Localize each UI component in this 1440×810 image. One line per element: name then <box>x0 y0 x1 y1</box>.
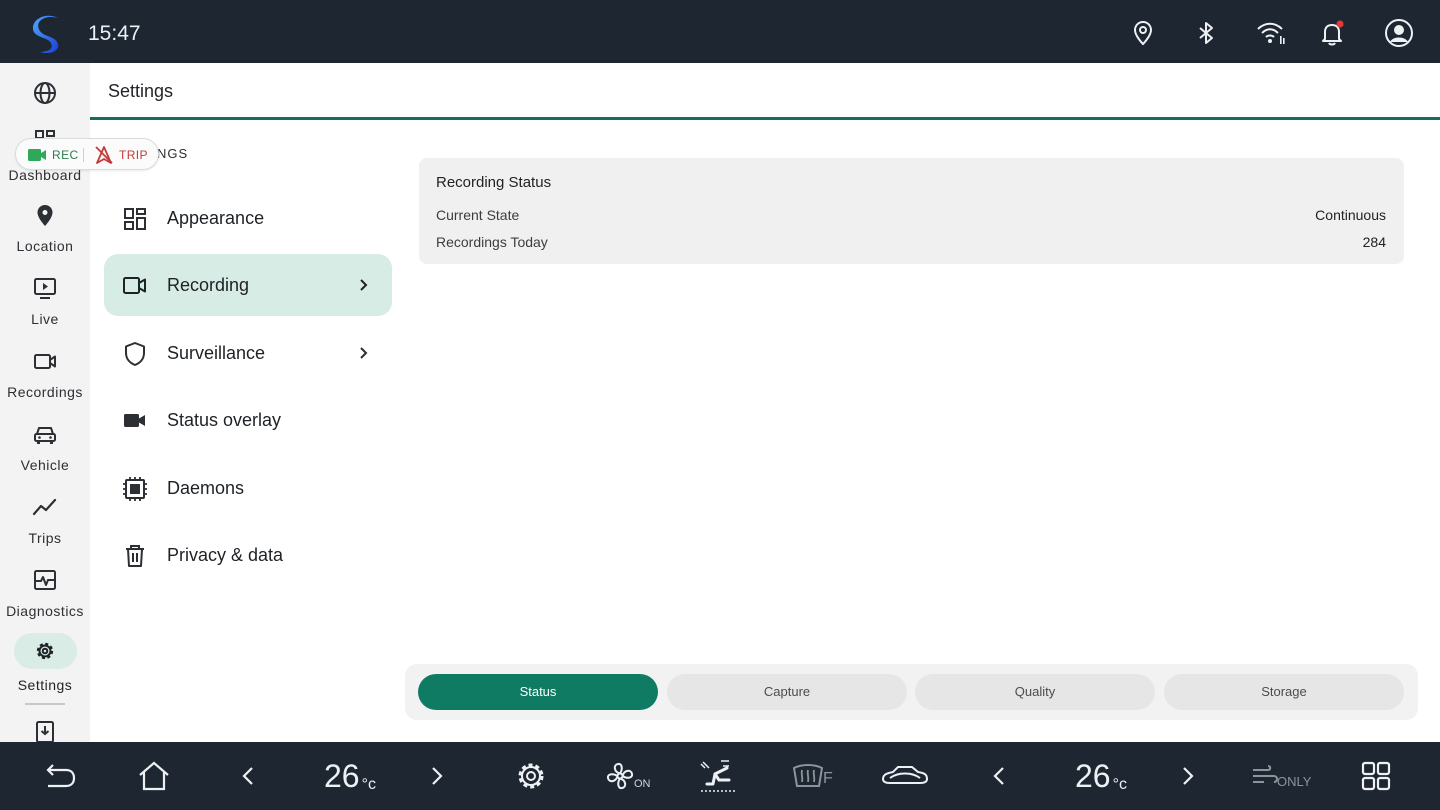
right-temp-unit: °c <box>1112 776 1127 793</box>
live-play-icon <box>34 278 56 299</box>
right-temperature: 26 °c <box>1075 758 1127 795</box>
chevron-right-icon <box>360 279 368 291</box>
defrost-label: F <box>823 770 833 787</box>
trend-line-icon <box>32 498 57 516</box>
menu-item-privacy-data[interactable]: Privacy & data <box>104 524 392 586</box>
title-divider <box>90 117 1440 120</box>
seat-airflow-icon[interactable] <box>699 758 739 794</box>
clock: 15:47 <box>88 22 141 45</box>
download-icon[interactable] <box>33 720 57 742</box>
nav-label-trips: Trips <box>28 530 62 546</box>
recording-status-card: Recording Status Current State Continuou… <box>419 158 1404 264</box>
tab-quality[interactable]: Quality <box>915 674 1155 710</box>
trip-navigation-icon <box>95 146 113 164</box>
menu-label-surveillance: Surveillance <box>167 343 266 363</box>
app-root: 15:47 Dashboard Location Live Recordings… <box>0 0 1440 810</box>
page-title: Settings <box>108 81 174 101</box>
status-bar: 15:47 <box>0 0 1440 63</box>
recordings-today-value: 284 <box>1362 234 1386 250</box>
bluetooth-icon[interactable] <box>1193 20 1219 46</box>
user-avatar-icon[interactable] <box>1384 18 1414 48</box>
trash-icon <box>126 545 144 567</box>
nav-label-live: Live <box>31 311 59 327</box>
tab-status[interactable]: Status <box>418 674 658 710</box>
menu-item-surveillance[interactable]: Surveillance <box>104 322 392 384</box>
notification-bell-icon[interactable] <box>1319 20 1345 46</box>
rear-defrost-icon[interactable] <box>790 758 826 794</box>
chevron-right-icon <box>360 347 368 359</box>
nav-item-trips[interactable]: Trips <box>0 494 90 564</box>
nav-item-settings[interactable]: Settings <box>0 640 90 710</box>
back-icon[interactable] <box>42 758 78 794</box>
nav-item-live[interactable]: Live <box>0 275 90 345</box>
tab-capture[interactable]: Capture <box>667 674 907 710</box>
nav-divider <box>25 703 65 705</box>
video-camera-icon <box>123 277 146 294</box>
tab-storage[interactable]: Storage <box>1164 674 1404 710</box>
rec-trip-status-chip[interactable]: REC TRIP <box>15 138 159 170</box>
air-only-label: ONLY <box>1277 774 1312 789</box>
nav-label-recordings: Recordings <box>7 384 83 400</box>
chip-separator <box>83 148 84 162</box>
main-content: Settings NGS Appearance Recording Survei… <box>90 63 1440 742</box>
climate-settings-gear-icon[interactable] <box>513 758 549 794</box>
apps-grid-icon[interactable] <box>1358 758 1394 794</box>
left-temp-decrease-icon[interactable] <box>230 758 266 794</box>
left-temp-increase-icon[interactable] <box>419 758 455 794</box>
left-temperature: 26 °c <box>324 758 376 795</box>
menu-label-appearance: Appearance <box>167 208 265 228</box>
location-icon[interactable] <box>1130 20 1156 46</box>
app-logo-icon <box>32 15 59 54</box>
video-camera-icon <box>34 354 56 369</box>
nav-item-location[interactable]: Location <box>0 202 90 272</box>
nav-label-diagnostics: Diagnostics <box>6 603 84 619</box>
right-temp-decrease-icon[interactable] <box>981 758 1017 794</box>
right-temp-increase-icon[interactable] <box>1170 758 1206 794</box>
nav-item-diagnostics[interactable]: Diagnostics <box>0 567 90 637</box>
left-temp-value: 26 <box>324 758 360 794</box>
tab-bar: Status Capture Quality Storage <box>405 664 1418 720</box>
climate-dock: 26 °c ON F 26 °c ONLY <box>0 742 1440 810</box>
current-state-value: Continuous <box>1315 207 1386 223</box>
rec-label: REC <box>52 148 79 162</box>
card-title: Recording Status <box>436 174 552 191</box>
menu-label-recording: Recording <box>167 275 250 295</box>
recordings-today-label: Recordings Today <box>436 234 548 250</box>
menu-item-recording[interactable]: Recording <box>104 254 392 316</box>
trip-label: TRIP <box>119 148 148 162</box>
video-camera-filled-icon <box>124 414 145 427</box>
car-recirculation-icon[interactable] <box>880 758 930 794</box>
gear-icon <box>36 642 54 660</box>
menu-item-daemons[interactable]: Daemons <box>104 457 392 519</box>
grid-icon <box>124 208 146 230</box>
section-header: NGS <box>157 146 189 161</box>
menu-item-status-overlay[interactable]: Status overlay <box>104 389 392 451</box>
wifi-icon[interactable] <box>1256 20 1286 46</box>
chip-icon <box>123 477 147 501</box>
menu-label-daemons: Daemons <box>167 478 245 498</box>
rec-camera-icon <box>28 149 46 161</box>
menu-label-status-overlay: Status overlay <box>167 410 282 430</box>
nav-item-recordings[interactable]: Recordings <box>0 348 90 418</box>
fan-state-label: ON <box>634 778 651 790</box>
menu-item-appearance[interactable]: Appearance <box>104 187 392 249</box>
nav-label-settings: Settings <box>17 677 73 693</box>
nav-item-vehicle[interactable]: Vehicle <box>0 421 90 491</box>
menu-label-privacy-data: Privacy & data <box>167 545 284 565</box>
left-temp-unit: °c <box>361 776 376 793</box>
current-state-label: Current State <box>436 207 520 223</box>
globe-icon <box>34 82 56 104</box>
nav-label-location: Location <box>16 238 74 254</box>
nav-label-vehicle: Vehicle <box>20 457 70 473</box>
home-icon[interactable] <box>136 758 172 794</box>
right-temp-value: 26 <box>1075 758 1111 794</box>
car-icon <box>34 427 56 444</box>
shield-icon <box>125 342 145 366</box>
location-pin-icon <box>37 205 53 226</box>
pulse-icon <box>34 570 56 590</box>
